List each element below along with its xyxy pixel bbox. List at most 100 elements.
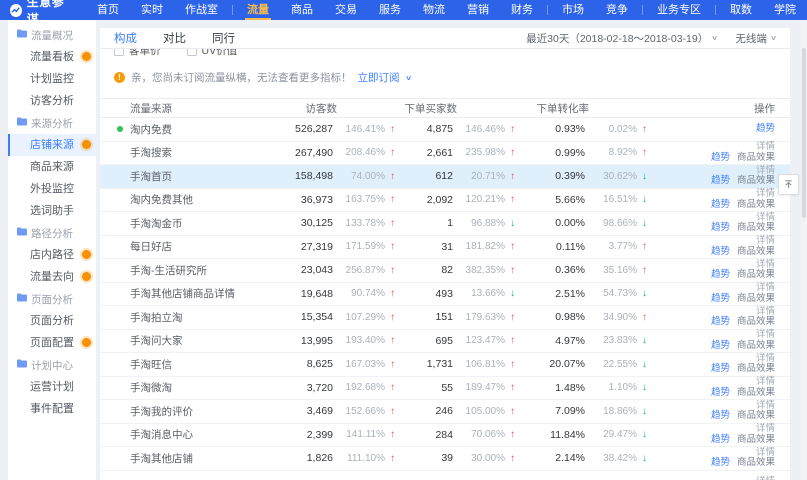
product-effect-link[interactable]: 商品效果 [737,200,775,211]
nav-item-competition[interactable]: 竞争 [595,0,639,20]
nav-item-market[interactable]: 市场 [551,0,595,20]
nav-item-service[interactable]: 服务 [368,0,412,20]
trend-link[interactable]: 趋势 [756,124,775,135]
sidebar-item[interactable]: 计划监控 [8,68,96,90]
nav-item-traffic[interactable]: 流量 [236,0,280,20]
product-effect-link[interactable]: 商品效果 [737,388,775,399]
trend-link[interactable]: 趋势 [711,223,730,234]
trend-link[interactable]: 趋势 [711,270,730,281]
sidebar-item[interactable]: 访客分析 [8,90,96,112]
nav-item-business-zone[interactable]: 业务专区 [646,0,712,20]
trend-link[interactable]: 趋势 [711,317,730,328]
down-arrow-icon: ↓ [505,218,515,229]
nav-item-home[interactable]: 首页 [86,0,130,20]
visitors-cell: 1,826111.10%↑ [265,452,395,464]
metric-value: 151 [435,311,453,323]
product-effect-link[interactable]: 商品效果 [737,435,775,446]
nav-item-logistics[interactable]: 物流 [412,0,456,20]
nav-item-realtime[interactable]: 实时 [130,0,174,20]
product-effect-link[interactable]: 商品效果 [737,247,775,258]
product-effect-link[interactable]: 商品效果 [737,341,775,352]
sidebar-item[interactable]: 流量去向 [8,266,96,288]
sidebar-item[interactable]: 选词助手 [8,200,96,222]
sidebar-item[interactable]: 运营计划 [8,376,96,398]
scrollbar-thumb[interactable] [802,48,806,218]
trend-link[interactable]: 趋势 [711,388,730,399]
tab-1[interactable]: 对比 [163,30,186,46]
trend-link[interactable]: 趋势 [711,200,730,211]
operations-cell: 详情趋势商品效果 [647,142,790,163]
sidebar-item[interactable]: 商品来源 [8,156,96,178]
nav-item-finance[interactable]: 财务 [500,0,544,20]
sidebar-item[interactable]: 页面分析 [8,310,96,332]
sidebar-item[interactable]: 店内路径 [8,244,96,266]
table-row: 手淘-生活研究所23,043256.87%↑82382.35%↑0.36%35.… [100,259,790,283]
metric-checkbox[interactable]: UV价值 [187,49,238,58]
sidebar-item[interactable]: 店铺来源 [8,134,96,156]
metric-change: 193.40% [333,335,385,346]
product-effect-link[interactable]: 商品效果 [737,458,775,469]
trend-link[interactable]: 趋势 [711,294,730,305]
operations-cell: 详情趋势商品效果 [647,330,790,351]
product-effect-link[interactable]: 商品效果 [737,294,775,305]
sidebar-item[interactable]: 事件配置 [8,398,96,420]
trend-link[interactable]: 趋势 [711,411,730,422]
nav-item-academy[interactable]: 学院 [763,0,807,20]
operations-links: 趋势商品效果 [711,294,775,305]
brand[interactable]: 生意参谋 [10,0,72,27]
metric-change: 18.86% [585,406,637,417]
sidebar-item[interactable]: 流量看板 [8,46,96,68]
operations-links: 趋势商品效果 [711,270,775,281]
trend-link[interactable]: 趋势 [711,247,730,258]
up-arrow-icon: ↑ [637,265,647,276]
table-row: 手淘其他店铺商品详情19,64890.74%↑49313.66%↓2.51%54… [100,283,790,307]
tab-0[interactable]: 构成 [114,30,137,46]
nav-item-war-room[interactable]: 作战室 [174,0,229,20]
metric-change: 8.92% [585,147,637,158]
tab-2[interactable]: 同行 [212,30,235,46]
sidebar: 流量概况流量看板计划监控访客分析来源分析店铺来源商品来源外投监控选词助手路径分析… [8,20,96,480]
terminal-select[interactable]: 无线端 ∨ [735,31,776,46]
metric-value: 0.11% [556,241,585,253]
up-arrow-icon: ↑ [385,382,395,393]
product-effect-link[interactable]: 商品效果 [737,176,775,187]
down-arrow-icon: ↓ [505,288,515,299]
buyers-cell: 2,092120.21%↑ [395,194,515,206]
metric-change: 96.88% [453,218,505,229]
visitors-cell: 15,354107.29%↑ [265,311,395,323]
nav-item-trade[interactable]: 交易 [324,0,368,20]
product-effect-link[interactable]: 商品效果 [737,317,775,328]
product-effect-link[interactable]: 商品效果 [737,270,775,281]
trend-link[interactable]: 趋势 [711,458,730,469]
detail-link[interactable]: 详情 [756,477,775,480]
date-range-select[interactable]: 最近30天（2018-02-18～2018-03-19） ∨ [526,31,717,46]
sidebar-item[interactable]: 页面配置 [8,332,96,354]
trend-link[interactable]: 趋势 [711,176,730,187]
subscribe-link[interactable]: 立即订阅 [358,70,400,85]
product-effect-link[interactable]: 商品效果 [737,223,775,234]
back-to-top-button[interactable] [778,174,799,195]
buyers-cell: 82382.35%↑ [395,264,515,276]
metric-change: 20.71% [453,171,505,182]
sidebar-group-label: 来源分析 [31,116,73,131]
sidebar-item[interactable]: 外投监控 [8,178,96,200]
product-effect-link[interactable]: 商品效果 [737,411,775,422]
nav-item-data-extract[interactable]: 取数 [719,0,763,20]
buyers-cell: 55189.47%↑ [395,382,515,394]
nav-item-product[interactable]: 商品 [280,0,324,20]
metric-value: 2.51% [555,288,585,300]
trend-link[interactable]: 趋势 [711,341,730,352]
traffic-source-label: 淘内免费其他 [130,194,193,206]
metric-value: 526,287 [295,123,333,135]
metric-checkbox[interactable]: 客单价 [114,49,161,58]
nav-item-marketing[interactable]: 营销 [456,0,500,20]
trend-link[interactable]: 趋势 [711,364,730,375]
table-row: 手淘搜索267,490208.46%↑2,661235.98%↑0.99%8.9… [100,142,790,166]
trend-link[interactable]: 趋势 [711,435,730,446]
conversion-cell: 0.11%3.77%↑ [515,241,647,253]
sidebar-item-label: 访客分析 [30,95,74,107]
product-effect-link[interactable]: 商品效果 [737,364,775,375]
trend-link[interactable]: 趋势 [711,153,730,164]
up-arrow-icon: ↑ [385,241,395,252]
product-effect-link[interactable]: 商品效果 [737,153,775,164]
